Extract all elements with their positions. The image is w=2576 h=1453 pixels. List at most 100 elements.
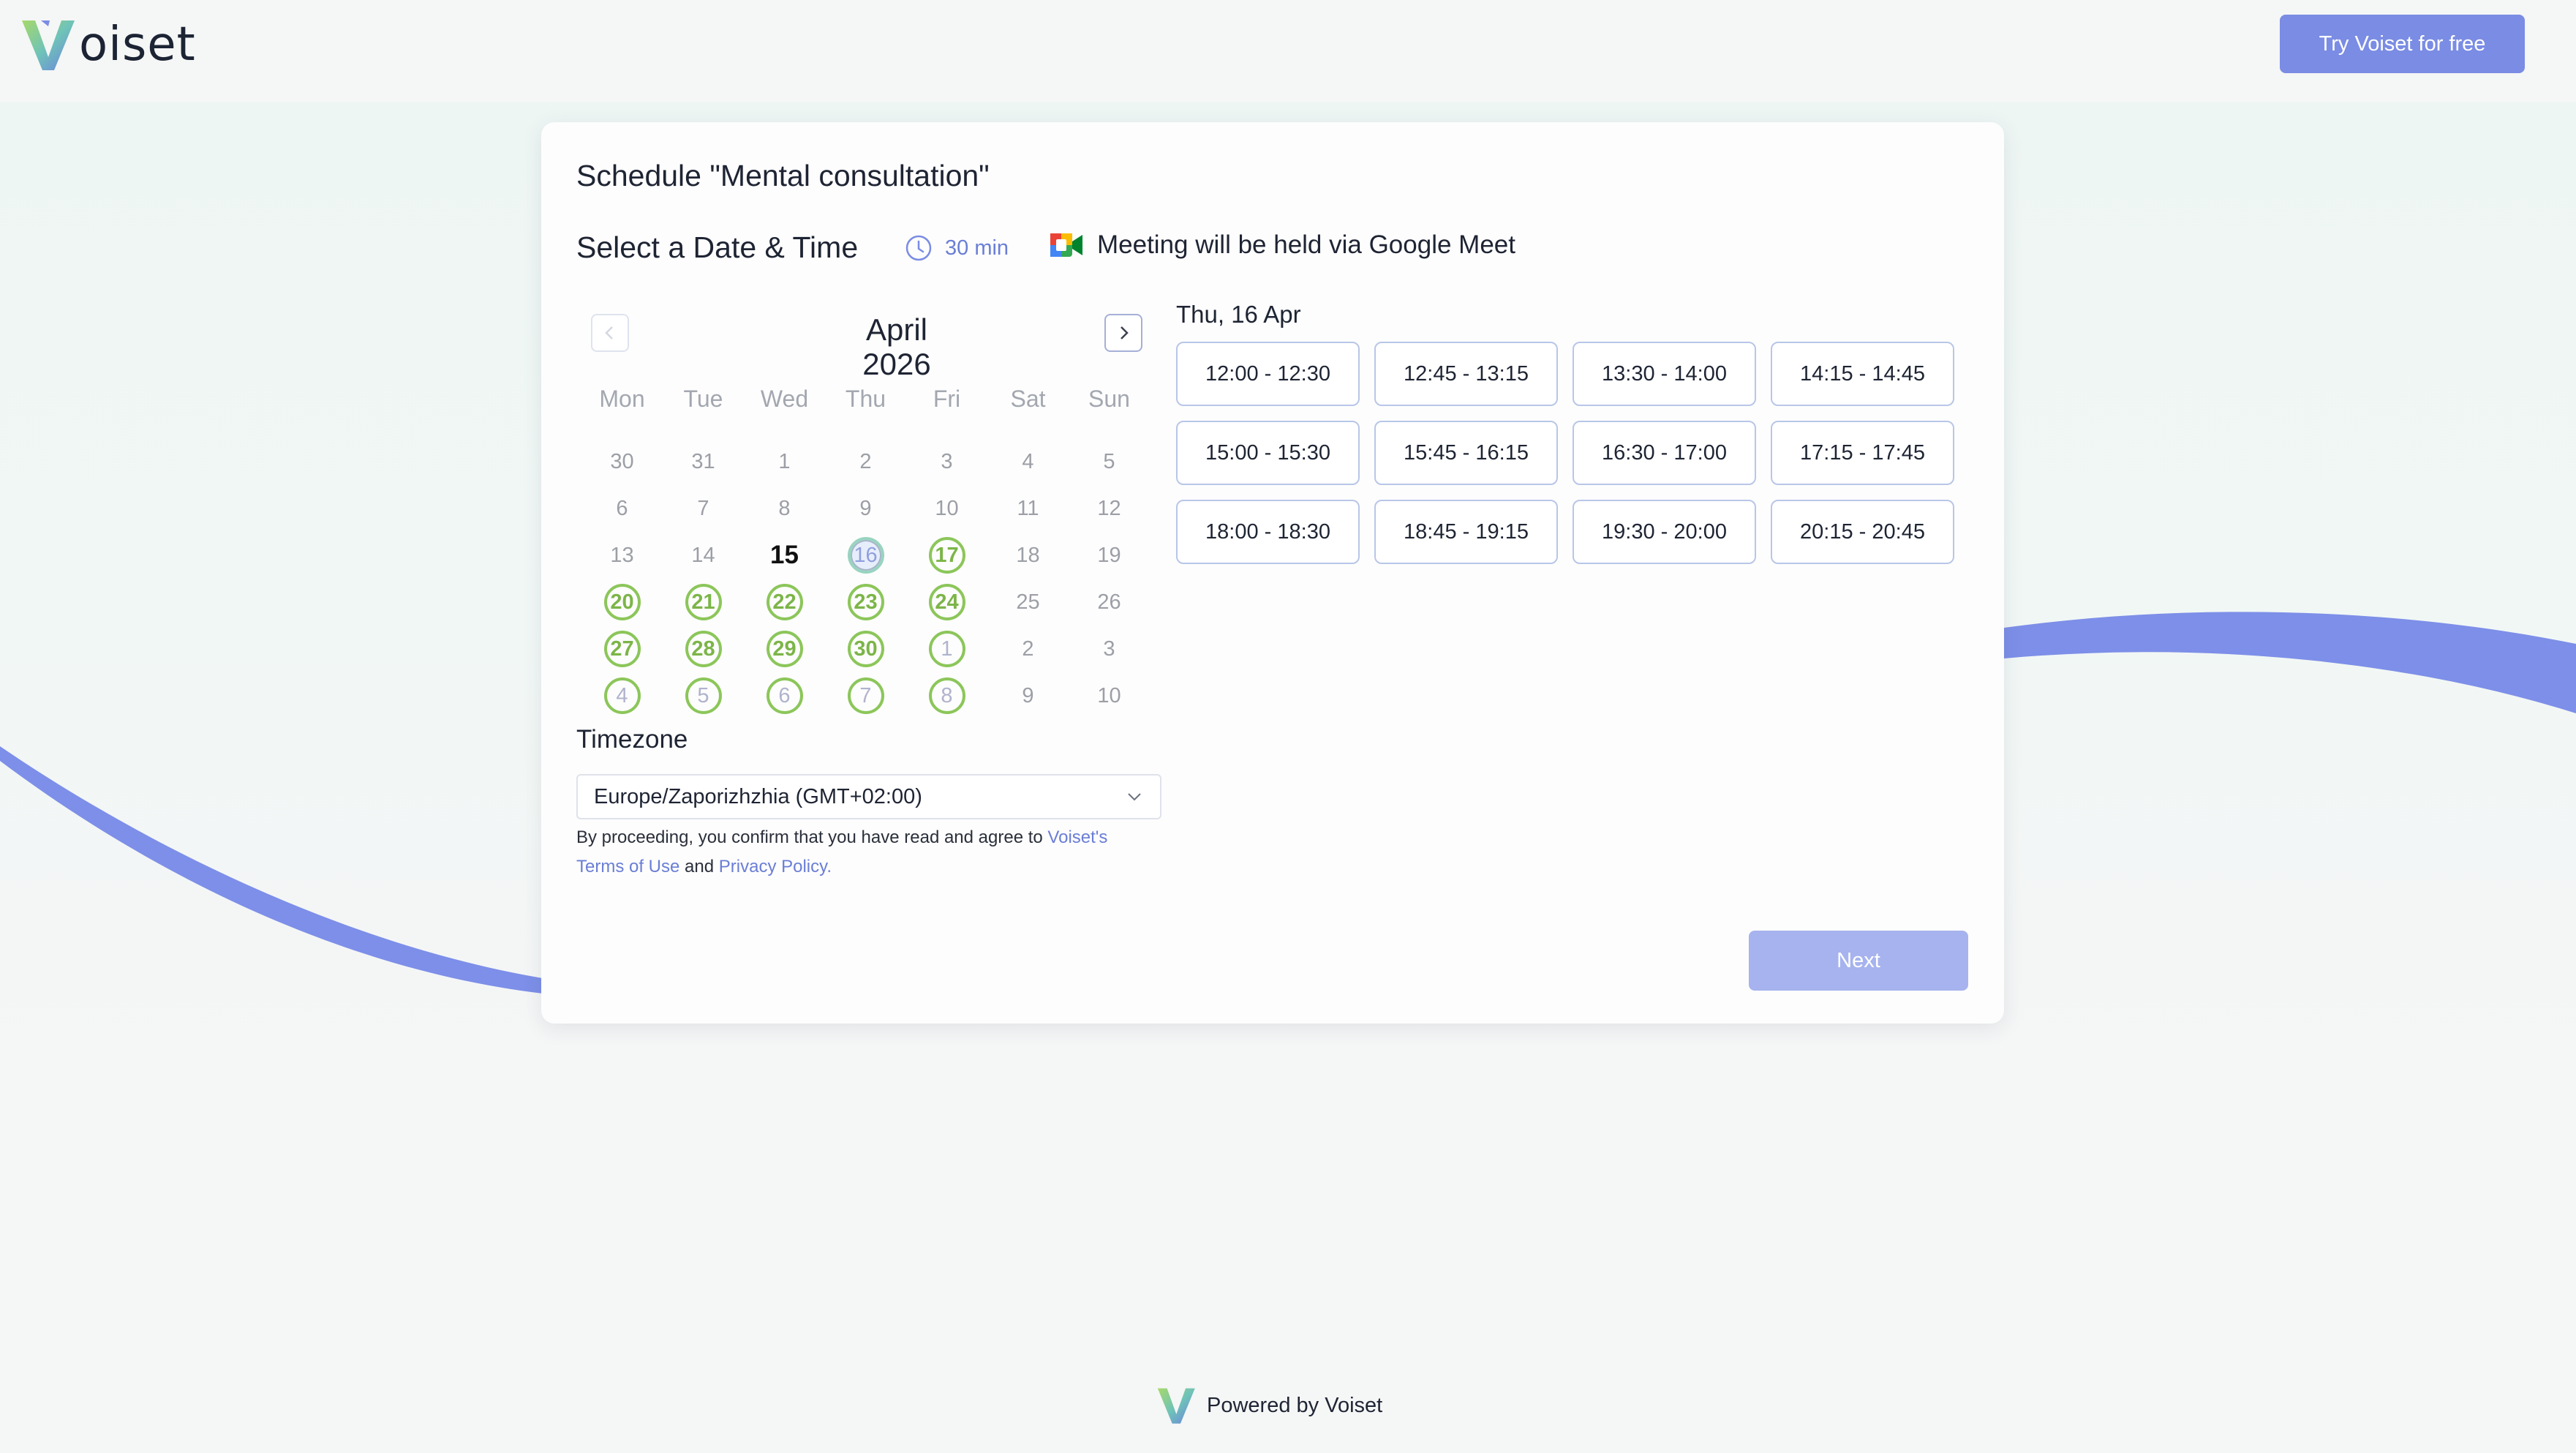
calendar-day[interactable]: 24: [906, 579, 987, 626]
weekday-header: Mon Tue Wed Thu Fri Sat Sun: [581, 386, 1152, 413]
calendar-week-row: 27 28 29 30 1 2 3: [581, 626, 1152, 672]
calendar-day-number: 13: [610, 543, 634, 567]
calendar-day-number: 23: [847, 584, 884, 620]
calendar-day[interactable]: 30: [825, 626, 906, 672]
time-slot-button[interactable]: 13:30 - 14:00: [1573, 342, 1756, 406]
time-slot-button[interactable]: 17:15 - 17:45: [1771, 421, 1954, 485]
calendar-day[interactable]: 29: [744, 626, 825, 672]
calendar-day[interactable]: 28: [663, 626, 744, 672]
calendar-day: 12: [1069, 485, 1150, 532]
calendar-day-number: 28: [685, 631, 722, 667]
time-slot-button[interactable]: 16:30 - 17:00: [1573, 421, 1756, 485]
chevron-left-icon: [605, 326, 613, 339]
powered-by: Powered by Voiset: [1156, 1384, 1382, 1427]
time-slot-button[interactable]: 18:45 - 19:15: [1374, 500, 1558, 564]
section-title: Select a Date & Time: [576, 230, 859, 264]
calendar-day-number: 14: [691, 543, 715, 567]
duration-text: 30 min: [945, 236, 1009, 260]
calendar-day[interactable]: 27: [581, 626, 663, 672]
calendar-day-number: 18: [1016, 543, 1040, 567]
calendar-day: 1: [744, 438, 825, 485]
calendar-day: 26: [1069, 579, 1150, 626]
calendar-day-number: 1: [778, 449, 791, 473]
previous-month-button[interactable]: [591, 314, 629, 352]
calendar-day-number: 9: [859, 496, 872, 520]
calendar-day: 11: [987, 485, 1069, 532]
calendar-day-number: 4: [1022, 449, 1034, 473]
calendar-day-selected[interactable]: 16: [825, 532, 906, 579]
calendar-day-number: 7: [847, 677, 884, 714]
clock-icon: [905, 235, 932, 261]
duration-info: 30 min: [904, 233, 1009, 263]
calendar-day: 3: [906, 438, 987, 485]
calendar-day[interactable]: 20: [581, 579, 663, 626]
timezone-select[interactable]: Europe/Zaporizhzhia (GMT+02:00): [576, 774, 1161, 819]
calendar-day[interactable]: 7: [825, 672, 906, 719]
page-title: Schedule "Mental consultation": [576, 159, 990, 192]
calendar-day[interactable]: 5: [663, 672, 744, 719]
calendar-day-number: 5: [1103, 449, 1115, 473]
weekday-label: Wed: [760, 386, 809, 412]
logo-text: oiset: [79, 18, 196, 72]
calendar-day-number: 22: [766, 584, 803, 620]
calendar-day-number: 1: [928, 631, 965, 667]
time-slot-button[interactable]: 15:00 - 15:30: [1176, 421, 1360, 485]
calendar-day[interactable]: 1: [906, 626, 987, 672]
calendar-day-number: 2: [859, 449, 872, 473]
time-slot-button[interactable]: 18:00 - 18:30: [1176, 500, 1360, 564]
time-slot-button[interactable]: 14:15 - 14:45: [1771, 342, 1954, 406]
calendar-week-row: 6 7 8 9 10 11 12: [581, 485, 1152, 532]
consent-body: By proceeding, you confirm that you have…: [576, 827, 1048, 847]
calendar-day: 18: [987, 532, 1069, 579]
calendar-day: 14: [663, 532, 744, 579]
calendar-day[interactable]: 21: [663, 579, 744, 626]
calendar-day[interactable]: 23: [825, 579, 906, 626]
next-button[interactable]: Next: [1749, 931, 1968, 991]
powered-by-text: Powered by Voiset: [1207, 1393, 1383, 1417]
calendar-day: 5: [1069, 438, 1150, 485]
time-slot-button[interactable]: 19:30 - 20:00: [1573, 500, 1756, 564]
time-slot-button[interactable]: 15:45 - 16:15: [1374, 421, 1558, 485]
calendar-day-number: 27: [603, 631, 641, 667]
time-slot-button[interactable]: 20:15 - 20:45: [1771, 500, 1954, 564]
calendar-day-number: 31: [691, 449, 715, 473]
calendar-day-number: 8: [928, 677, 965, 714]
calendar-day-number: 21: [685, 584, 722, 620]
weekday-label: Sat: [1010, 386, 1046, 412]
calendar-day: 13: [581, 532, 663, 579]
calendar-year: 2026: [862, 347, 931, 381]
calendar-week-row: 30 31 1 2 3 4 5: [581, 438, 1152, 485]
calendar-day-number: 30: [610, 449, 634, 473]
calendar-day[interactable]: 17: [906, 532, 987, 579]
time-slot-button[interactable]: 12:45 - 13:15: [1374, 342, 1558, 406]
calendar-day-number: 3: [941, 449, 953, 473]
calendar-day-number: 15: [770, 541, 799, 569]
next-month-button[interactable]: [1104, 314, 1142, 352]
calendar-day-number: 7: [697, 496, 709, 520]
calendar-day: 19: [1069, 532, 1150, 579]
privacy-policy-link[interactable]: Privacy Policy.: [719, 857, 832, 876]
calendar-day[interactable]: 4: [581, 672, 663, 719]
calendar-day-number: 6: [766, 677, 803, 714]
timezone-label: Timezone: [576, 725, 688, 754]
calendar-day: 2: [987, 626, 1069, 672]
calendar-day-number: 20: [603, 584, 641, 620]
terms-of-use-link[interactable]: Terms of Use: [576, 857, 679, 876]
meeting-text: Meeting will be held via Google Meet: [1097, 230, 1515, 259]
calendar-day: 3: [1069, 626, 1150, 672]
calendar-day-number: 24: [928, 584, 965, 620]
calendar-day-number: 10: [935, 496, 959, 520]
voiset-logo[interactable]: oiset: [19, 15, 196, 75]
try-voiset-button[interactable]: Try Voiset for free: [2280, 15, 2525, 73]
calendar-day[interactable]: 8: [906, 672, 987, 719]
consent-and: and: [679, 857, 719, 876]
weekday-label: Fri: [933, 386, 961, 412]
weekday-label: Tue: [683, 386, 723, 412]
voiset-link[interactable]: Voiset's: [1047, 827, 1107, 847]
scheduling-card: Schedule "Mental consultation" Select a …: [541, 122, 2004, 1024]
meeting-info: Meeting will be held via Google Meet: [1049, 230, 1515, 260]
calendar-day[interactable]: 22: [744, 579, 825, 626]
time-slot-button[interactable]: 12:00 - 12:30: [1176, 342, 1360, 406]
calendar-month-year: April 2026: [824, 312, 970, 381]
calendar-day[interactable]: 6: [744, 672, 825, 719]
